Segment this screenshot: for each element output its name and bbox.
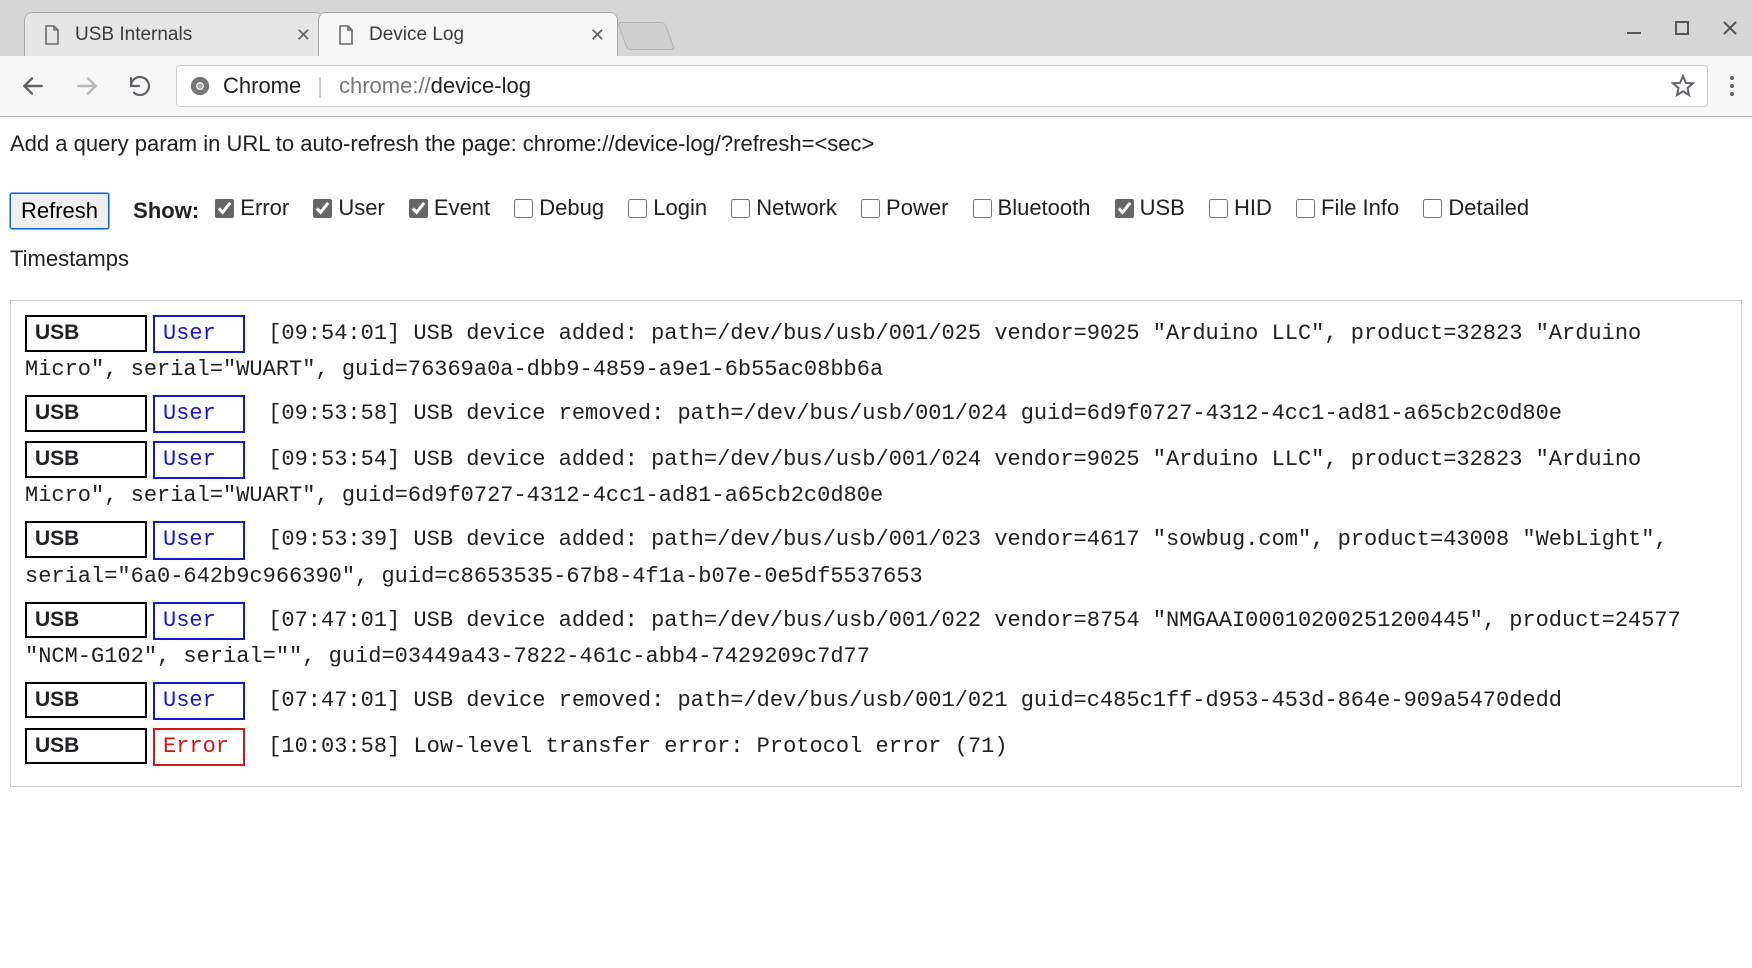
filter-label: HID [1234, 185, 1272, 231]
log-entry: USBError [10:03:58] Low-level transfer e… [25, 728, 1727, 766]
detailed-timestamps-label: Timestamps [10, 236, 1742, 282]
log-type-badge: USB [25, 602, 147, 639]
filter-checkbox[interactable] [1423, 199, 1442, 218]
filter-label: Error [240, 185, 289, 231]
log-type-badge: USB [25, 395, 147, 432]
filter-label: User [338, 185, 384, 231]
filter-checkbox[interactable] [731, 199, 750, 218]
close-icon[interactable]: ✕ [590, 26, 605, 44]
window-controls [1624, 18, 1740, 38]
filter-label: Detailed [1448, 185, 1529, 231]
refresh-button[interactable]: Refresh [10, 193, 109, 229]
log-text: [07:47:01] USB device removed: path=/dev… [255, 688, 1562, 713]
filter-debug[interactable]: Debug [510, 185, 604, 231]
page-content: Add a query param in URL to auto-refresh… [0, 117, 1752, 807]
filter-detailed[interactable]: Detailed [1419, 185, 1529, 231]
filter-usb[interactable]: USB [1111, 185, 1185, 231]
filter-checkbox[interactable] [313, 199, 332, 218]
filter-label: Event [434, 185, 490, 231]
log-type-badge: USB [25, 682, 147, 719]
filter-login[interactable]: Login [624, 185, 707, 231]
auto-refresh-hint: Add a query param in URL to auto-refresh… [10, 131, 1742, 157]
maximize-icon[interactable] [1672, 18, 1692, 38]
log-level-badge: User [153, 602, 245, 640]
log-level-badge: Error [153, 728, 245, 766]
back-button[interactable] [16, 69, 50, 103]
filter-error[interactable]: Error [211, 185, 289, 231]
filter-power[interactable]: Power [857, 185, 948, 231]
filter-event[interactable]: Event [405, 185, 490, 231]
log-output: USBUser [09:54:01] USB device added: pat… [10, 300, 1742, 787]
log-text: [10:03:58] Low-level transfer error: Pro… [255, 734, 1008, 759]
log-level-badge: User [153, 521, 245, 559]
log-text: [09:53:54] USB device added: path=/dev/b… [25, 447, 1641, 508]
log-text: [09:54:01] USB device added: path=/dev/b… [25, 321, 1641, 382]
log-entry: USBUser [09:53:39] USB device added: pat… [25, 521, 1727, 593]
filter-file-info[interactable]: File Info [1292, 185, 1399, 231]
log-entry: USBUser [09:54:01] USB device added: pat… [25, 315, 1727, 387]
filter-user[interactable]: User [309, 185, 384, 231]
close-icon[interactable]: ✕ [296, 26, 311, 44]
toolbar: Chrome | chrome://device-log [0, 56, 1752, 116]
url-text: chrome://device-log [339, 73, 531, 99]
filter-checkbox[interactable] [514, 199, 533, 218]
log-level-badge: User [153, 441, 245, 479]
filter-checkbox[interactable] [409, 199, 428, 218]
url-separator: | [313, 73, 327, 99]
log-entry: USBUser [09:53:58] USB device removed: p… [25, 395, 1727, 433]
filter-checkbox[interactable] [973, 199, 992, 218]
browser-chrome: USB Internals ✕ Device Log ✕ [0, 0, 1752, 117]
log-type-badge: USB [25, 521, 147, 558]
close-window-icon[interactable] [1720, 18, 1740, 38]
chrome-icon [189, 75, 211, 97]
filter-label: File Info [1321, 185, 1399, 231]
filter-checkbox[interactable] [1209, 199, 1228, 218]
log-type-badge: USB [25, 315, 147, 352]
log-type-badge: USB [25, 441, 147, 478]
tab-device-log[interactable]: Device Log ✕ [318, 12, 618, 56]
log-entry: USBUser [09:53:54] USB device added: pat… [25, 441, 1727, 513]
filter-checkbox[interactable] [1296, 199, 1315, 218]
log-type-badge: USB [25, 728, 147, 765]
tab-title: Device Log [369, 24, 464, 46]
log-text: [07:47:01] USB device added: path=/dev/b… [25, 608, 1681, 669]
file-icon [337, 25, 355, 45]
filter-label: Network [756, 185, 837, 231]
filter-hid[interactable]: HID [1205, 185, 1272, 231]
filter-label: Login [653, 185, 707, 231]
log-level-badge: User [153, 315, 245, 353]
file-icon [43, 25, 61, 45]
filter-network[interactable]: Network [727, 185, 837, 231]
filter-label: Power [886, 185, 948, 231]
tab-usb-internals[interactable]: USB Internals ✕ [24, 12, 324, 56]
filter-label: Debug [539, 185, 604, 231]
show-label: Show: [133, 198, 199, 223]
new-tab-button[interactable] [617, 22, 675, 50]
log-text: [09:53:58] USB device removed: path=/dev… [255, 401, 1562, 426]
kebab-menu-icon[interactable] [1728, 74, 1736, 98]
bookmark-star-icon[interactable] [1671, 74, 1695, 98]
filter-bluetooth[interactable]: Bluetooth [969, 185, 1091, 231]
url-origin-label: Chrome [223, 73, 301, 99]
log-entry: USBUser [07:47:01] USB device removed: p… [25, 682, 1727, 720]
tab-title: USB Internals [75, 24, 192, 46]
filter-checkbox[interactable] [215, 199, 234, 218]
filter-checkbox[interactable] [628, 199, 647, 218]
log-level-badge: User [153, 682, 245, 720]
log-entry: USBUser [07:47:01] USB device added: pat… [25, 602, 1727, 674]
address-bar[interactable]: Chrome | chrome://device-log [176, 65, 1708, 107]
minimize-icon[interactable] [1624, 18, 1644, 38]
filter-checkbox[interactable] [1115, 199, 1134, 218]
controls-row: Refresh Show: Error User Event Debug Log… [10, 198, 1742, 282]
filter-checkbox[interactable] [861, 199, 880, 218]
forward-button[interactable] [70, 69, 104, 103]
reload-button[interactable] [124, 70, 156, 102]
tab-strip: USB Internals ✕ Device Log ✕ [0, 0, 1752, 56]
log-level-badge: User [153, 395, 245, 433]
log-text: [09:53:39] USB device added: path=/dev/b… [25, 527, 1668, 588]
filter-label: Bluetooth [998, 185, 1091, 231]
filter-label: USB [1140, 185, 1185, 231]
